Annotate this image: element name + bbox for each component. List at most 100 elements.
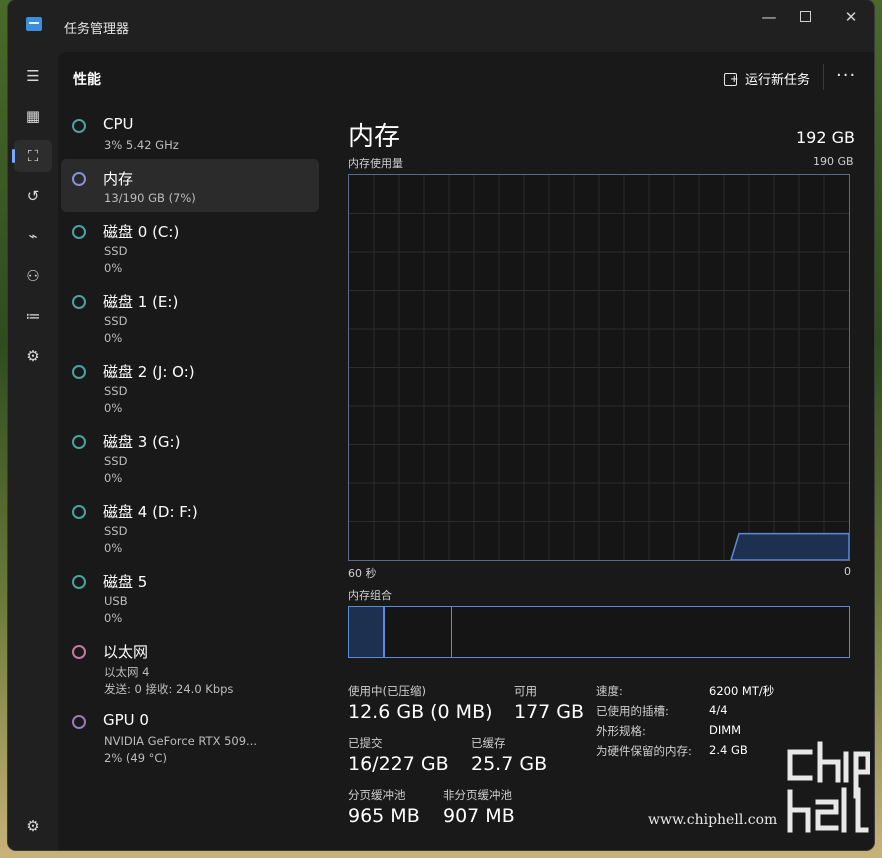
item-name: 磁盘 3 (G:) [103,433,181,451]
nonpaged-pool-value: 907 MB [443,805,515,827]
status-dot-icon [72,365,86,379]
graph-x-left: 60 秒 [348,567,377,580]
committed-label: 已提交 [348,736,383,750]
available-value: 177 GB [514,701,585,723]
list-item-disk-2[interactable]: 磁盘 2 (J: O:) SSD 0% [61,352,319,422]
list-item-disk-1[interactable]: 磁盘 1 (E:) SSD 0% [61,282,319,352]
item-detail: USB [104,594,128,608]
available-label: 可用 [514,684,537,698]
item-value: 0% [104,541,123,555]
status-dot-icon [72,119,86,133]
users-icon[interactable]: ⚇ [14,260,52,292]
in-use-label: 使用中(已压缩) [348,684,426,698]
status-dot-icon [72,715,86,729]
startup-icon[interactable]: ⌁ [14,220,52,252]
list-item-disk-4[interactable]: 磁盘 4 (D: F:) SSD 0% [61,492,319,562]
cached-value: 25.7 GB [471,753,548,775]
total-memory: 192 GB [796,128,855,147]
status-dot-icon [72,172,86,186]
paged-pool-value: 965 MB [348,805,420,827]
more-options-button[interactable]: ··· [836,65,856,86]
status-dot-icon [72,225,86,239]
cached-label: 已缓存 [471,736,506,750]
item-value: 0% [104,331,123,345]
form-factor-value: DIMM [709,723,742,737]
toolbar-divider [823,64,824,90]
in-use-value: 12.6 GB (0 MB) [348,701,493,723]
settings-icon[interactable]: ⚙ [14,810,52,842]
run-new-task-label: 运行新任务 [745,73,811,88]
item-name: 磁盘 2 (J: O:) [103,363,195,381]
new-task-icon [724,73,738,86]
nonpaged-pool-label: 非分页缓冲池 [443,788,512,802]
window-title: 任务管理器 [64,22,130,37]
list-item-disk-3[interactable]: 磁盘 3 (G:) SSD 0% [61,422,319,492]
graph-x-right: 0 [844,565,851,578]
item-detail: SSD [104,454,128,468]
item-name: 以太网 [103,643,149,661]
status-dot-icon [72,645,86,659]
maximize-icon [799,11,811,22]
minimize-button[interactable]: — [749,6,789,28]
processes-icon[interactable]: ▦ [14,100,52,132]
list-item-ethernet[interactable]: 以太网 以太网 4 发送: 0 接收: 24.0 Kbps [61,632,319,702]
memory-usage-area [730,532,849,560]
list-item-disk-5[interactable]: 磁盘 5 USB 0% [61,562,319,632]
detail-title: 内存 [348,122,401,152]
main-content: 性能 运行新任务 ··· CPU 3% 5.42 GHz 内存 13/190 G… [58,52,874,850]
memory-usage-graph [348,174,850,561]
item-value: 0% [104,611,123,625]
committed-value: 16/227 GB [348,753,449,775]
services-icon[interactable]: ⚙ [14,340,52,372]
speed-value: 6200 MT/秒 [709,684,775,698]
details-icon[interactable]: ≔ [14,300,52,332]
nav-rail: ☰ ▦ ⛶ ↺ ⌁ ⚇ ≔ ⚙ ⚙ [8,52,58,850]
list-item-cpu[interactable]: CPU 3% 5.42 GHz [61,106,319,159]
status-dot-icon [72,575,86,589]
graph-grid [349,175,849,560]
paged-pool-label: 分页缓冲池 [348,788,406,802]
status-dot-icon [72,435,86,449]
item-value: 0% [104,471,123,485]
slots-value: 4/4 [709,703,728,717]
status-dot-icon [72,505,86,519]
list-item-gpu-0[interactable]: GPU 0 NVIDIA GeForce RTX 509... 2% (49 °… [61,702,319,772]
item-name: GPU 0 [103,711,149,729]
slots-label: 已使用的插槽: [596,704,669,718]
title-bar: 任务管理器 — ✕ [8,0,874,52]
item-detail: SSD [104,244,128,258]
maximize-button[interactable] [785,6,825,28]
list-item-disk-0[interactable]: 磁盘 0 (C:) SSD 0% [61,212,319,282]
resource-list: CPU 3% 5.42 GHz 内存 13/190 GB (7%) 磁盘 0 (… [61,106,319,772]
item-name: 磁盘 1 (E:) [103,293,179,311]
composition-in-use-segment [349,607,385,657]
run-new-task-button[interactable]: 运行新任务 [724,69,810,88]
chiphell-logo [787,741,870,833]
menu-icon[interactable]: ☰ [14,60,52,92]
usage-graph-label: 内存使用量 [348,157,403,170]
usage-graph-max: 190 GB [813,155,854,168]
item-name: 内存 [103,170,134,188]
item-detail: SSD [104,384,128,398]
task-manager-app-icon [26,17,42,31]
composition-modified-segment [385,607,452,657]
close-button[interactable]: ✕ [831,6,871,28]
list-item-memory[interactable]: 内存 13/190 GB (7%) [61,159,319,212]
item-value: 发送: 0 接收: 24.0 Kbps [104,682,234,696]
item-detail: SSD [104,314,128,328]
item-name: CPU [103,115,134,133]
item-value: 2% (49 °C) [104,751,167,765]
watermark-url: www.chiphell.com [648,812,778,828]
composition-label: 内存组合 [348,589,392,602]
item-detail: 以太网 4 [104,665,150,679]
item-value: 0% [104,261,123,275]
memory-composition-bar [348,606,850,658]
app-history-icon[interactable]: ↺ [14,180,52,212]
speed-label: 速度: [596,684,623,698]
status-dot-icon [72,295,86,309]
item-detail: SSD [104,524,128,538]
item-detail: 13/190 GB (7%) [104,191,196,205]
item-name: 磁盘 4 (D: F:) [103,503,198,521]
item-value: 0% [104,401,123,415]
performance-icon[interactable]: ⛶ [12,140,52,172]
